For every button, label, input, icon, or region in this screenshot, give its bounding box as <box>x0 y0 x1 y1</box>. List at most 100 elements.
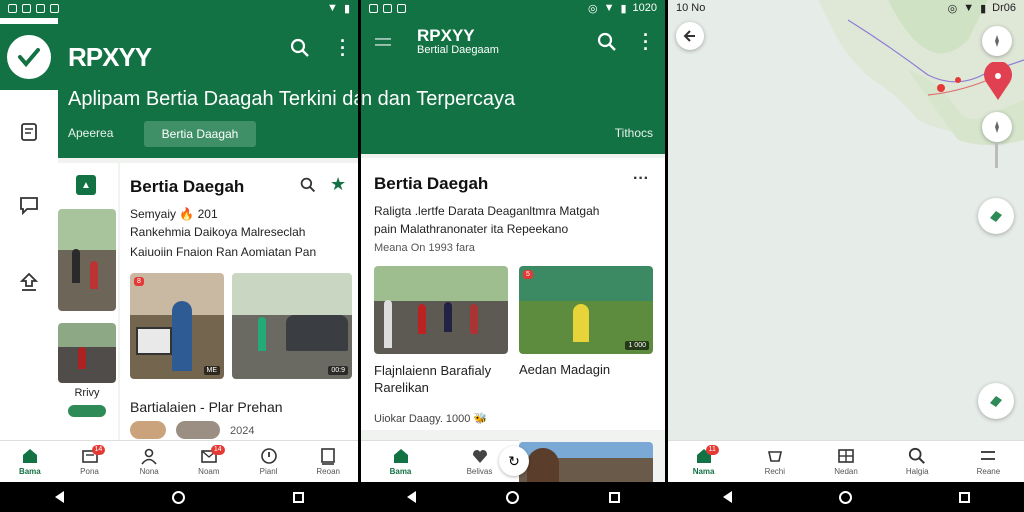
nav-grid[interactable]: Nedan <box>810 441 881 482</box>
navigate-icon[interactable] <box>978 383 1014 419</box>
nav-badge: 14 <box>210 445 225 455</box>
home-circle-icon[interactable] <box>172 490 186 504</box>
more-horiz-icon[interactable]: ··· <box>633 170 649 188</box>
check-logo-icon <box>7 35 51 79</box>
bottom-nav: 11 Nama Rechi Nedan Halgia Reane <box>668 440 1024 482</box>
map-marker-small <box>937 84 945 92</box>
zoom-track[interactable] <box>995 142 998 168</box>
back-arrow-icon[interactable] <box>676 22 704 50</box>
home-circle-icon[interactable] <box>506 490 520 504</box>
caption-2[interactable]: Aedan Madagin <box>519 362 610 377</box>
cup-icon <box>766 447 784 465</box>
nav-home[interactable]: 11 Nama <box>668 441 739 482</box>
photo-tag: 00:9 <box>328 366 348 375</box>
card-meta: Semyaiy 🔥 201 <box>130 207 218 221</box>
story-2-title[interactable]: Bartialaien - Plar Prehan <box>130 399 283 415</box>
screen-middle: ◎ ▼ ▮ 1020 — — RPXYY Bertial Daegaam · · · n d… <box>361 0 665 512</box>
menu-icon <box>979 447 997 465</box>
chat-icon[interactable] <box>19 195 39 220</box>
avatar <box>130 421 166 439</box>
card-desc-2: pain Malathranonater ita Repeekano <box>374 222 569 236</box>
back-icon[interactable] <box>53 490 67 504</box>
tab-bertia-daagah[interactable]: Bertia Daagah <box>144 121 256 147</box>
story-image-2[interactable]: 00:9 <box>232 273 352 379</box>
nav-person[interactable]: Nona <box>119 441 179 482</box>
system-nav <box>0 482 358 512</box>
status-time: Dr06 <box>992 2 1016 14</box>
story-image-1[interactable]: 8 ME <box>130 273 224 379</box>
caption-1[interactable]: Flajnlaienn Barafialy Rarelikan <box>374 362 508 396</box>
zoom-icon[interactable] <box>982 112 1012 142</box>
upload-icon[interactable] <box>19 272 39 297</box>
tab-apeerea[interactable]: Apeerea <box>68 126 113 140</box>
nav-mail[interactable]: 14 Noam <box>179 441 239 482</box>
search-icon[interactable] <box>300 177 316 198</box>
grid-icon <box>837 447 855 465</box>
search-icon[interactable] <box>290 38 310 63</box>
photo-tag: 1 000 <box>625 341 649 350</box>
bottom-nav: Bama 14 Pona Nona 14 Noam Pianl Reoan <box>0 440 358 482</box>
status-bar: 10 No ◎ ▼ ▮ Dr06 <box>676 2 1016 15</box>
story-image-2[interactable]: 5 1 000 <box>519 266 653 354</box>
card-desc-1: Raligta .lertfe Darata Deaganltmra Matga… <box>374 204 600 218</box>
share-icon[interactable]: ↻ <box>499 446 529 476</box>
card-title: Bertia Daegah <box>374 174 489 193</box>
news-card[interactable]: Bertia Daegah ··· Raligta .lertfe Darata… <box>361 158 665 430</box>
nav-bookmark[interactable]: Reoan <box>298 441 358 482</box>
header-sub: Bertial Daegaam <box>417 44 499 56</box>
menu-icon[interactable]: — — <box>375 31 391 53</box>
photo-badge: 5 <box>523 270 533 279</box>
home-circle-icon[interactable] <box>839 490 853 504</box>
bookmark-icon <box>319 447 337 465</box>
system-nav <box>361 482 665 512</box>
home-icon <box>392 447 410 465</box>
nav-news[interactable]: 14 Pona <box>60 441 120 482</box>
bottom-nav: Bama Belivas <box>361 440 519 482</box>
photo-badge: 8 <box>134 277 144 286</box>
compass-icon[interactable] <box>982 26 1012 56</box>
recents-icon[interactable] <box>607 490 621 504</box>
search-icon[interactable] <box>597 32 617 57</box>
thumb-image-1[interactable] <box>58 209 116 311</box>
document-icon[interactable] <box>19 122 39 147</box>
nav-menu[interactable]: Reane <box>953 441 1024 482</box>
recents-icon[interactable] <box>958 490 972 504</box>
status-bar: ◎ ▼ ▮ 1020 <box>361 0 665 16</box>
thumb-pill <box>68 405 106 417</box>
tab-tithocs[interactable]: Tithocs <box>615 126 653 140</box>
nav-cup[interactable]: Rechi <box>739 441 810 482</box>
thumb-image-2[interactable] <box>58 323 116 383</box>
info-icon <box>260 447 278 465</box>
nav-info[interactable]: Pianl <box>239 441 299 482</box>
layers-icon[interactable] <box>978 198 1014 234</box>
footer-meta: Uiokar Daagy. 1000 🐝 <box>374 413 488 425</box>
back-icon[interactable] <box>405 490 419 504</box>
map-canvas[interactable] <box>668 0 1024 440</box>
star-icon[interactable]: ★ <box>330 174 346 195</box>
nav-search[interactable]: Halgia <box>882 441 953 482</box>
nav-home[interactable]: Bama <box>0 441 60 482</box>
back-icon[interactable] <box>720 490 734 504</box>
person-icon <box>140 447 158 465</box>
card-title: Bertia Daegah <box>130 177 245 196</box>
screen-map: 10 No ◎ ▼ ▮ Dr06 11 Nama Rechi Nedan Hal… <box>668 0 1024 512</box>
card-line-2: Kaiuoiin Fnaion Ran Aomiatan Pan <box>130 245 317 259</box>
more-vert-icon[interactable]: · · · <box>643 26 649 58</box>
app-logo <box>0 24 58 90</box>
more-vert-icon[interactable]: · · · <box>340 32 346 64</box>
page-subtitle: Aplipam Bertia Daagah Terkini dan <box>68 88 358 110</box>
search-icon <box>908 447 926 465</box>
status-time: 1020 <box>632 2 657 14</box>
nav-badge: 14 <box>91 445 106 455</box>
recents-icon[interactable] <box>291 490 305 504</box>
nav-badge: 11 <box>705 445 719 455</box>
nav-home[interactable]: Bama <box>361 441 440 482</box>
news-card[interactable]: Bertia Daegah ★ Semyaiy 🔥 201 Rankehmia … <box>120 163 358 440</box>
status-bar: ▼ ▮ <box>0 0 358 16</box>
story-image-1[interactable] <box>374 266 508 354</box>
story-image-3[interactable] <box>519 442 653 482</box>
photo-tag: ME <box>203 366 220 375</box>
location-pin-icon[interactable] <box>982 60 1014 102</box>
app-title: RPXYY <box>68 42 152 72</box>
flag-icon: ▲ <box>76 175 96 195</box>
